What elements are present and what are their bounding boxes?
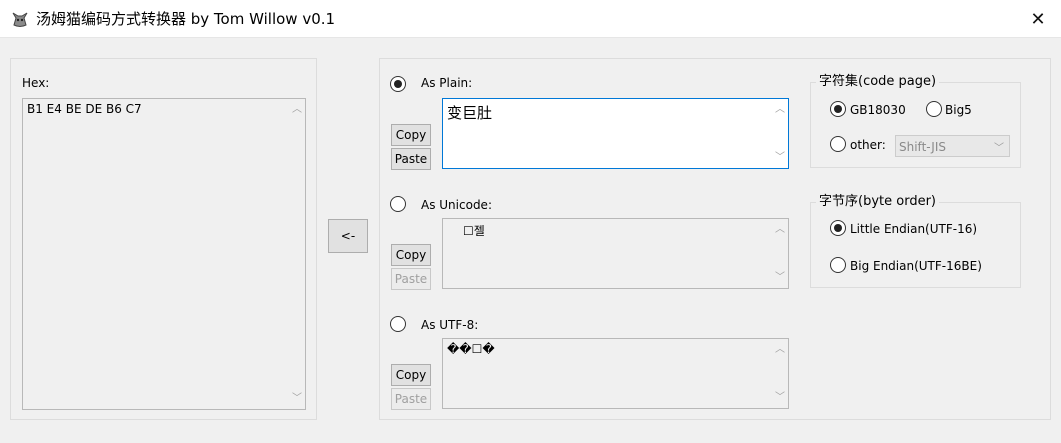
plain-value: 变巨肚 — [447, 104, 493, 122]
unicode-value: ☐젤 — [463, 224, 485, 238]
chevron-down-icon: ﹀ — [994, 143, 1004, 154]
other-charset-radio[interactable] — [830, 136, 846, 152]
big5-label[interactable]: Big5 — [945, 102, 972, 118]
utf8-label: As UTF-8: — [421, 318, 479, 332]
little-endian-radio[interactable] — [830, 220, 846, 236]
plain-label: As Plain: — [421, 76, 473, 90]
plain-radio[interactable] — [390, 76, 406, 92]
utf8-paste-button[interactable]: Paste — [391, 388, 431, 410]
unicode-label: As Unicode: — [421, 198, 492, 212]
plain-copy-button[interactable]: Copy — [391, 124, 431, 146]
cat-icon — [10, 9, 30, 29]
big-endian-radio[interactable] — [830, 257, 846, 273]
utf8-copy-button[interactable]: Copy — [391, 364, 431, 386]
utf8-value: ��☐� — [447, 342, 495, 356]
other-charset-select[interactable]: Shift-JIS ﹀ — [895, 135, 1010, 157]
unicode-paste-button[interactable]: Paste — [391, 268, 431, 290]
other-charset-value: Shift-JIS — [899, 140, 946, 154]
utf8-scrollbar[interactable]: ︿ ﹀ — [771, 339, 788, 408]
close-button[interactable]: ✕ — [1015, 0, 1061, 38]
scroll-up-icon[interactable]: ︿ — [775, 225, 785, 235]
byte-order-group-title: 字节序(byte order) — [816, 194, 939, 210]
scroll-down-icon[interactable]: ﹀ — [775, 393, 785, 403]
scroll-down-icon[interactable]: ﹀ — [775, 273, 785, 283]
hex-scrollbar[interactable]: ︿ ﹀ — [288, 99, 305, 409]
hex-value: B1 E4 BE DE B6 C7 — [27, 102, 142, 116]
scroll-up-icon[interactable]: ︿ — [292, 105, 302, 115]
title-bar: 汤姆猫编码方式转换器 by Tom Willow v0.1 ✕ — [0, 0, 1061, 38]
close-icon: ✕ — [1030, 8, 1046, 30]
gb18030-label[interactable]: GB18030 — [850, 102, 906, 118]
scroll-up-icon[interactable]: ︿ — [775, 345, 785, 355]
unicode-radio[interactable] — [390, 196, 406, 212]
convert-to-hex-button[interactable]: <- — [328, 219, 368, 253]
little-endian-label[interactable]: Little Endian(UTF-16) — [850, 221, 977, 237]
plain-scrollbar[interactable]: ︿ ﹀ — [771, 99, 788, 168]
other-charset-label[interactable]: other: — [850, 137, 886, 153]
scroll-down-icon[interactable]: ﹀ — [292, 394, 302, 404]
big-endian-label[interactable]: Big Endian(UTF-16BE) — [850, 258, 982, 274]
charset-group-title: 字符集(code page) — [816, 74, 940, 90]
unicode-copy-button[interactable]: Copy — [391, 244, 431, 266]
unicode-textarea[interactable]: ☐젤 ︿ ﹀ — [442, 218, 789, 289]
big5-radio[interactable] — [926, 101, 942, 117]
utf8-textarea[interactable]: ��☐� ︿ ﹀ — [442, 338, 789, 409]
unicode-scrollbar[interactable]: ︿ ﹀ — [771, 219, 788, 288]
hex-label: Hex: — [22, 76, 50, 90]
hex-textarea[interactable]: B1 E4 BE DE B6 C7 ︿ ﹀ — [22, 98, 306, 410]
plain-paste-button[interactable]: Paste — [391, 148, 431, 170]
utf8-radio[interactable] — [390, 316, 406, 332]
scroll-down-icon[interactable]: ﹀ — [775, 153, 785, 163]
scroll-up-icon[interactable]: ︿ — [775, 105, 785, 115]
plain-textarea[interactable]: 变巨肚 ︿ ﹀ — [442, 98, 789, 169]
byte-order-group — [810, 202, 1021, 288]
gb18030-radio[interactable] — [830, 101, 846, 117]
window-title: 汤姆猫编码方式转换器 by Tom Willow v0.1 — [36, 10, 336, 28]
